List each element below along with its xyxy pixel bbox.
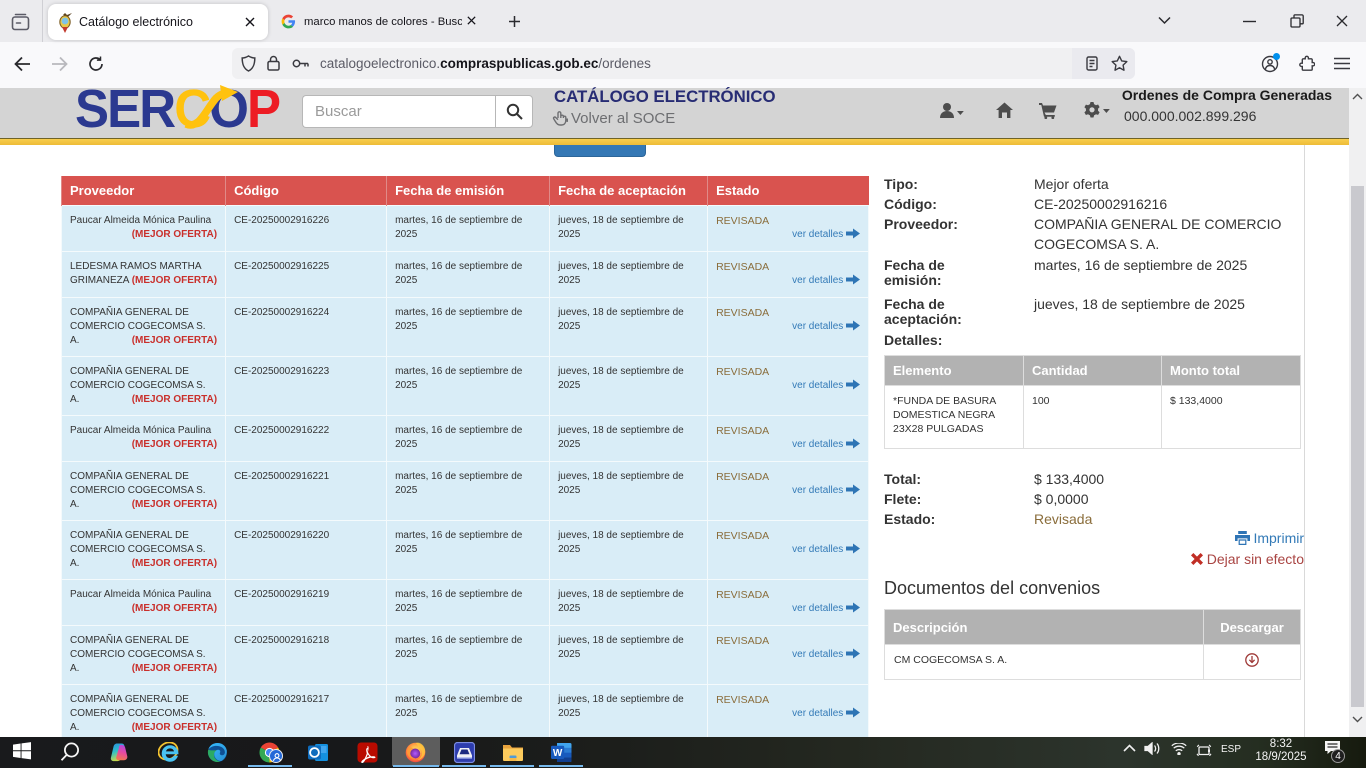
svg-text:W: W xyxy=(553,748,563,759)
